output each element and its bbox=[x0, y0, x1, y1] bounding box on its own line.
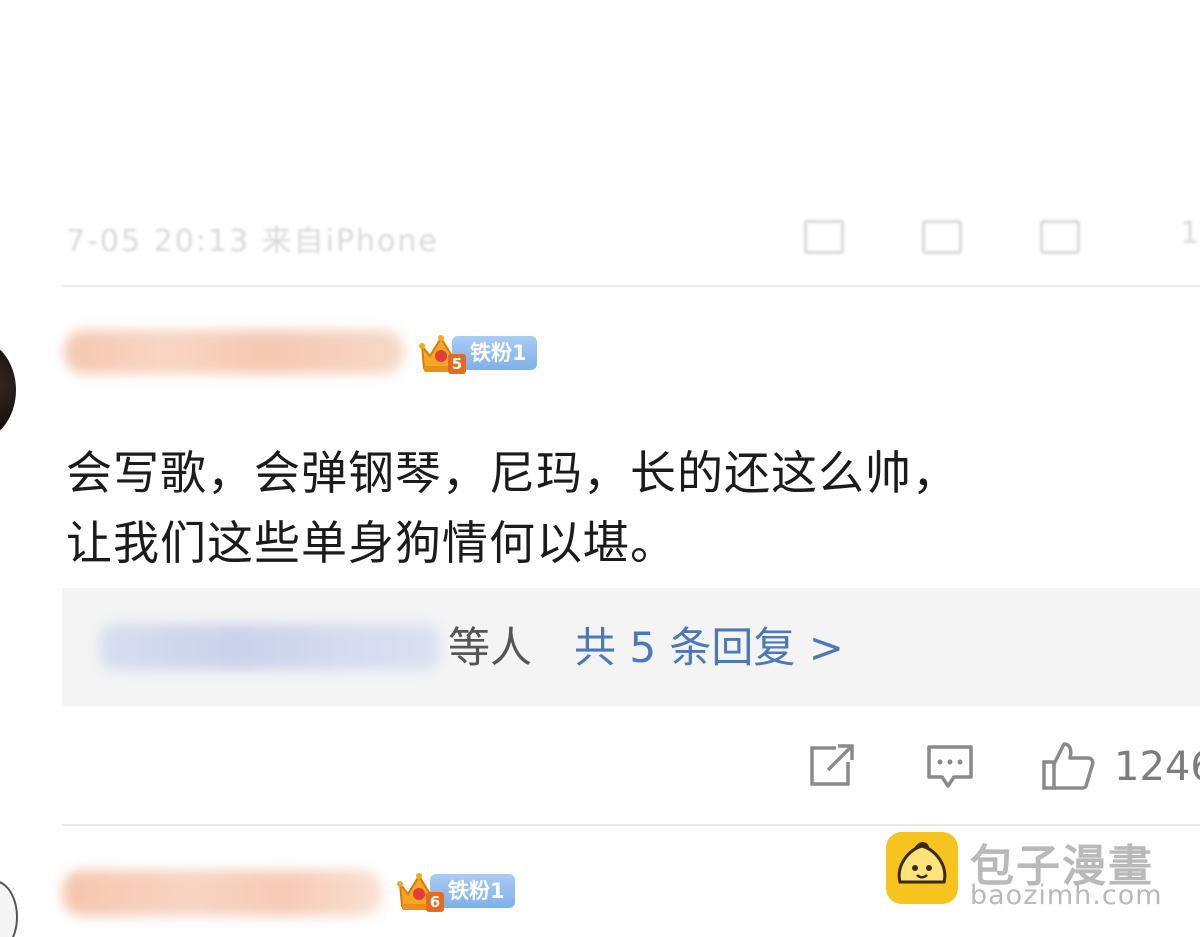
comment-line: 让我们这些单身狗情何以堪。 bbox=[66, 516, 677, 570]
blurred-username[interactable] bbox=[62, 870, 382, 916]
comment-body: 会写歌，会弹钢琴，尼玛，长的还这么帅， 让我们这些单身狗情何以堪。 bbox=[66, 438, 1186, 578]
comment-icon[interactable] bbox=[922, 220, 962, 254]
like-icon[interactable] bbox=[1040, 738, 1096, 794]
watermark-url: baozimh.com bbox=[970, 880, 1163, 911]
share-icon[interactable] bbox=[804, 220, 844, 254]
share-icon[interactable] bbox=[806, 742, 858, 790]
avatar[interactable] bbox=[0, 880, 18, 937]
comment-icon[interactable] bbox=[924, 742, 976, 792]
like-icon[interactable] bbox=[1040, 220, 1080, 254]
reply-summary[interactable]: 等人 共 5 条回复 > bbox=[62, 588, 1200, 706]
view-replies-link[interactable]: 共 5 条回复 > bbox=[574, 620, 844, 676]
reply-suffix: 等人 bbox=[448, 623, 533, 672]
badge-level: 6 bbox=[426, 892, 444, 912]
screen: 7-05 20:13 来自iPhone 140 铁粉1 5 会写歌，会弹钢琴，尼… bbox=[0, 0, 1200, 937]
blurred-reply-usernames bbox=[100, 624, 440, 670]
previous-comment-footer: 7-05 20:13 来自iPhone 140 bbox=[66, 212, 1200, 256]
avatar[interactable] bbox=[0, 340, 16, 440]
like-count: 1246 bbox=[1114, 744, 1200, 790]
bun-logo-icon bbox=[886, 832, 958, 904]
blurred-username[interactable] bbox=[64, 330, 404, 374]
badge-level: 5 bbox=[448, 354, 466, 374]
previous-like-count: 140 bbox=[1180, 216, 1200, 251]
comment-line: 会写歌，会弹钢琴，尼玛，长的还这么帅， bbox=[66, 446, 959, 500]
divider bbox=[62, 824, 1200, 826]
divider bbox=[62, 285, 1200, 287]
watermark: 包子漫畫 baozimh.com bbox=[886, 830, 1186, 911]
previous-comment-meta: 7-05 20:13 来自iPhone bbox=[66, 224, 439, 256]
